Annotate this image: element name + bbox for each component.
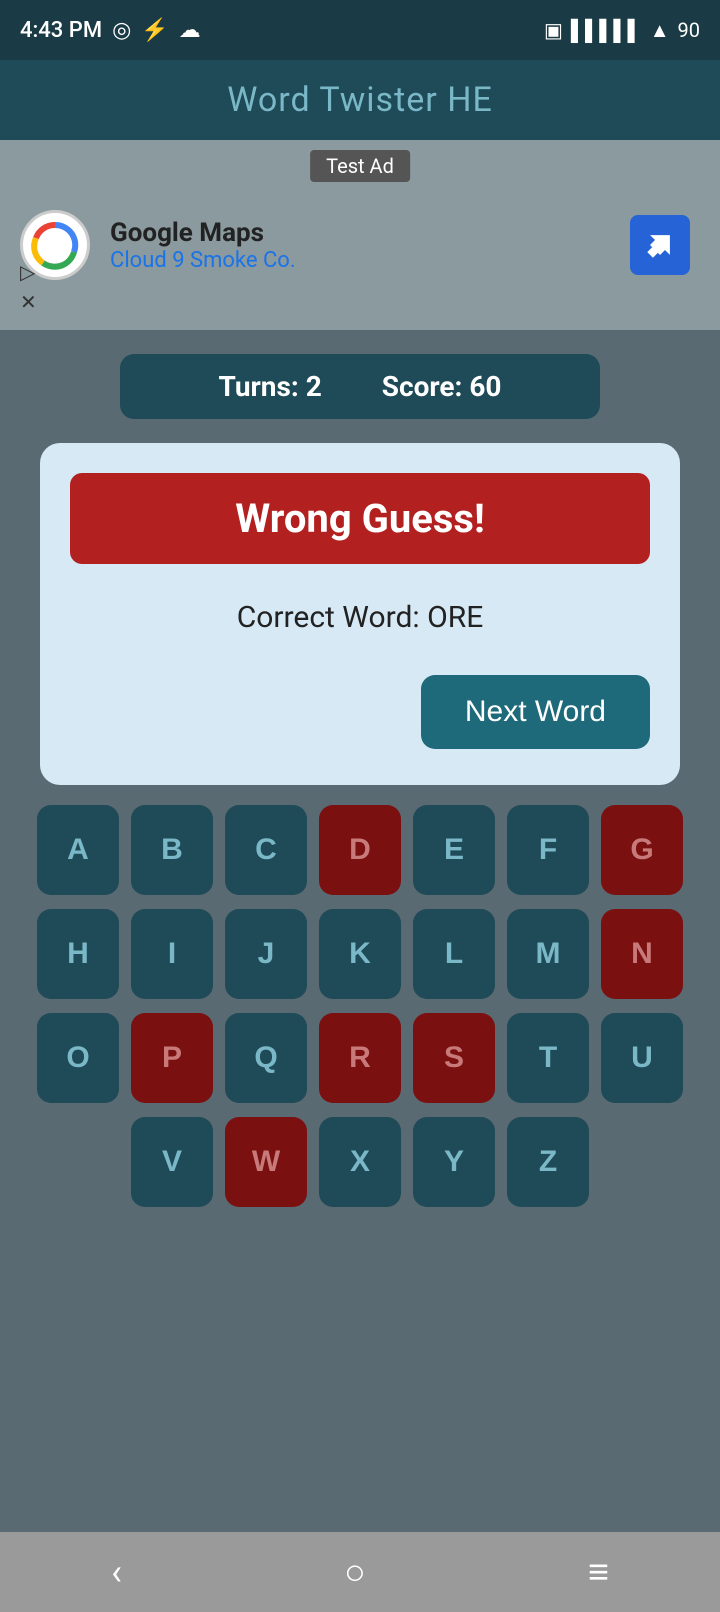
key-h[interactable]: H [37, 909, 119, 999]
ad-subtitle: Cloud 9 Smoke Co. [110, 248, 296, 273]
ad-label: Test Ad [310, 150, 410, 182]
usb-icon: ⚡ [141, 18, 168, 43]
signal-icon: ▌▌▌▌▌ [571, 18, 642, 43]
key-o[interactable]: O [37, 1013, 119, 1103]
keyboard-row: ABCDEFG [10, 805, 710, 895]
menu-button[interactable]: ≡ [588, 1551, 609, 1593]
key-b[interactable]: B [131, 805, 213, 895]
key-l[interactable]: L [413, 909, 495, 999]
wifi-icon: ▲ [650, 18, 670, 43]
ad-controls: ▷ ✕ [20, 260, 37, 314]
google-logo-icon [30, 220, 80, 270]
ad-company: Google Maps [110, 218, 296, 248]
key-g[interactable]: G [601, 805, 683, 895]
status-bar: 4:43 PM ◎ ⚡ ☁ ▣ ▌▌▌▌▌ ▲ 90 [0, 0, 720, 60]
key-z[interactable]: Z [507, 1117, 589, 1207]
keyboard: ABCDEFG HIJKLMN OPQRSTU VWXYZ [0, 785, 720, 1231]
back-button[interactable]: ‹ [111, 1551, 122, 1593]
title-bar: Word Twister HE [0, 60, 720, 140]
status-left: 4:43 PM ◎ ⚡ ☁ [20, 18, 201, 43]
ad-play-icon[interactable]: ▷ [20, 260, 37, 284]
key-f[interactable]: F [507, 805, 589, 895]
ad-close-icon[interactable]: ✕ [20, 290, 37, 314]
key-i[interactable]: I [131, 909, 213, 999]
key-k[interactable]: K [319, 909, 401, 999]
wrong-guess-banner: Wrong Guess! [70, 473, 650, 564]
ad-text: Google Maps Cloud 9 Smoke Co. [110, 218, 296, 273]
score-bar: Turns: 2 Score: 60 [120, 354, 600, 419]
nav-bar: ‹ ○ ≡ [0, 1532, 720, 1612]
score-display: Score: 60 [382, 370, 502, 403]
key-r[interactable]: R [319, 1013, 401, 1103]
key-m[interactable]: M [507, 909, 589, 999]
ad-content: Google Maps Cloud 9 Smoke Co. [20, 210, 296, 280]
key-j[interactable]: J [225, 909, 307, 999]
keyboard-row: HIJKLMN [10, 909, 710, 999]
key-a[interactable]: A [37, 805, 119, 895]
whatsapp-icon: ◎ [112, 18, 131, 43]
turns-display: Turns: 2 [219, 370, 322, 403]
correct-word-display: Correct Word: ORE [70, 600, 650, 635]
key-u[interactable]: U [601, 1013, 683, 1103]
key-s[interactable]: S [413, 1013, 495, 1103]
ad-banner: Test Ad Google Maps Cloud 9 Smoke Co. ▷ … [0, 140, 720, 330]
key-v[interactable]: V [131, 1117, 213, 1207]
key-y[interactable]: Y [413, 1117, 495, 1207]
home-button[interactable]: ○ [344, 1551, 366, 1593]
vibrate-icon: ▣ [544, 18, 563, 42]
app-title: Word Twister HE [227, 80, 493, 120]
result-dialog: Wrong Guess! Correct Word: ORE Next Word [40, 443, 680, 785]
keyboard-row: OPQRSTU [10, 1013, 710, 1103]
ad-arrow-icon[interactable] [630, 215, 690, 275]
key-c[interactable]: C [225, 805, 307, 895]
key-n[interactable]: N [601, 909, 683, 999]
battery-display: 90 [678, 18, 700, 42]
cloud-icon: ☁ [179, 18, 201, 43]
next-word-button[interactable]: Next Word [421, 675, 650, 749]
time-display: 4:43 PM [20, 18, 102, 43]
wrong-guess-text: Wrong Guess! [235, 495, 485, 542]
key-x[interactable]: X [319, 1117, 401, 1207]
key-q[interactable]: Q [225, 1013, 307, 1103]
key-p[interactable]: P [131, 1013, 213, 1103]
key-w[interactable]: W [225, 1117, 307, 1207]
status-right: ▣ ▌▌▌▌▌ ▲ 90 [544, 18, 700, 43]
keyboard-row: VWXYZ [10, 1117, 710, 1207]
key-d[interactable]: D [319, 805, 401, 895]
key-t[interactable]: T [507, 1013, 589, 1103]
key-e[interactable]: E [413, 805, 495, 895]
